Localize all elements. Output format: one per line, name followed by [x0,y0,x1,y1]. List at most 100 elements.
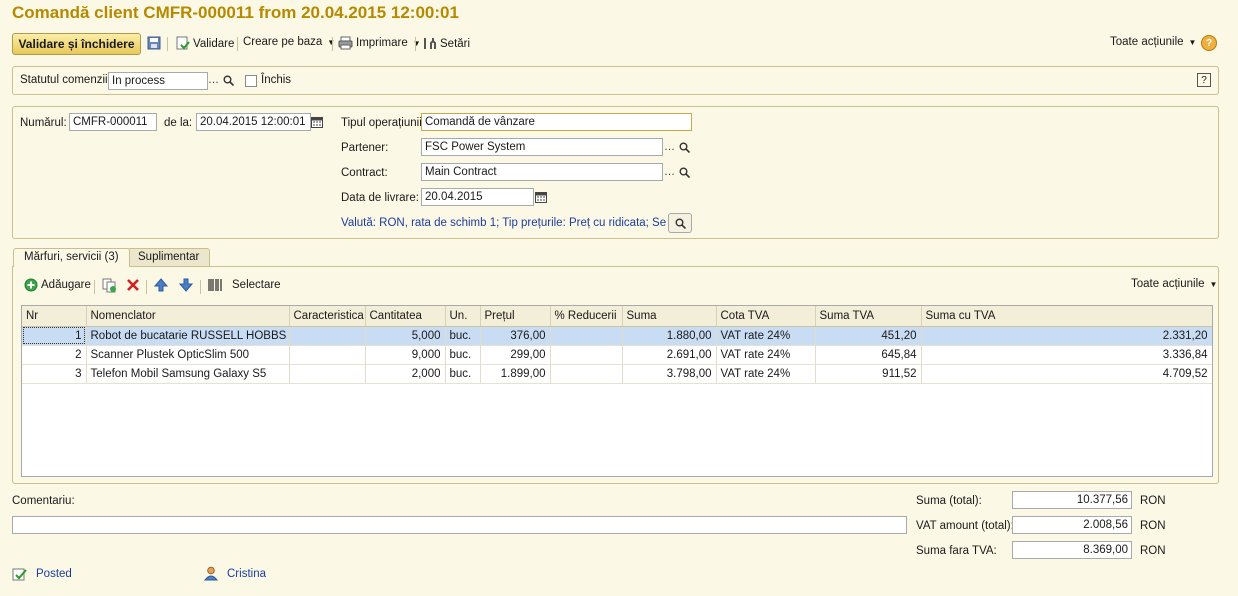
help-button[interactable]: ? [1201,35,1217,51]
table-all-actions-menu[interactable]: Toate acțiunile ▼ [1131,278,1217,290]
cell-discount[interactable] [550,345,623,365]
ellipsis-button[interactable]: … [206,72,221,88]
select-button[interactable]: Selectare [208,278,281,292]
partner-input[interactable]: FSC Power System [421,138,663,156]
posted-status[interactable]: Posted [36,568,72,580]
cell-characteristic[interactable] [289,345,366,365]
currency-search-button[interactable] [668,213,692,233]
cell-total[interactable]: 4.709,52 [921,364,1212,384]
author-link[interactable]: Cristina [227,568,266,580]
column-header[interactable]: Cantitatea [365,306,446,327]
tab-goods-services[interactable]: Mărfuri, servicii (3) [13,248,130,267]
calendar-button[interactable] [533,189,548,205]
settings-button[interactable]: Setări [422,36,470,51]
cell-amount[interactable]: 1.880,00 [622,326,717,346]
cell-price[interactable]: 376,00 [480,326,551,346]
validate-and-close-button[interactable]: Validare și închidere [12,33,141,55]
toolbar-divider [167,37,168,51]
calendar-icon [534,192,547,203]
validate-button[interactable]: Validare [175,36,234,51]
table-row[interactable]: 1 Robot de bucatarie RUSSELL HOBBS 5,000… [22,326,1212,346]
net-total-field: 8.369,00 [1012,541,1132,559]
column-header[interactable]: Nomenclator [86,306,290,327]
status-help-button[interactable]: ? [1197,73,1211,87]
contract-input[interactable]: Main Contract [421,163,663,181]
cell-amount[interactable]: 3.798,00 [622,364,717,384]
table-row[interactable]: 2 Scanner Plustek OpticSlim 500 9,000 bu… [22,345,1212,365]
cell-vat-rate[interactable]: VAT rate 24% [716,345,816,365]
all-actions-menu[interactable]: Toate acțiunile ▼ [1110,36,1196,48]
cell-vat-amount[interactable]: 911,52 [815,364,922,384]
date-input[interactable]: 20.04.2015 12:00:01 [196,113,311,131]
cell-quantity[interactable]: 5,000 [365,326,446,346]
delivery-date-input[interactable]: 20.04.2015 [421,188,534,206]
cell-item[interactable]: Robot de bucatarie RUSSELL HOBBS [86,326,290,346]
calendar-button[interactable] [309,114,324,130]
goods-panel: Adăugare Selectare Toate acțiunile ▼ Nr … [12,266,1219,484]
save-button[interactable] [147,36,161,50]
cell-unit[interactable]: buc. [445,326,481,346]
cell-discount[interactable] [550,364,623,384]
column-header[interactable]: Prețul [480,306,551,327]
table-row[interactable]: 3 Telefon Mobil Samsung Galaxy S5 2,000 … [22,364,1212,384]
cell-discount[interactable] [550,326,623,346]
column-header[interactable]: Suma cu TVA [921,306,1212,327]
cell-vat-rate[interactable]: VAT rate 24% [716,364,816,384]
vat-currency: RON [1140,520,1166,532]
search-button[interactable] [677,164,692,180]
column-header[interactable]: Suma [622,306,717,327]
column-header[interactable]: Un. [445,306,481,327]
cell-quantity[interactable]: 9,000 [365,345,446,365]
column-header[interactable]: % Reducerii [550,306,623,327]
delivery-date-label: Data de livrare: [341,192,419,204]
cell-nr[interactable]: 3 [22,364,87,384]
comment-input[interactable] [12,516,907,534]
toolbar-divider [332,37,333,51]
create-based-menu[interactable]: Creare pe baza▼ [243,36,335,48]
posted-icon [12,568,27,581]
ellipsis-button[interactable]: … [662,139,677,155]
status-input[interactable]: In process [108,72,208,90]
cell-total[interactable]: 3.336,84 [921,345,1212,365]
cell-price[interactable]: 1.899,00 [480,364,551,384]
cell-amount[interactable]: 2.691,00 [622,345,717,365]
cell-nr[interactable]: 1 [22,326,87,346]
cell-total[interactable]: 2.331,20 [921,326,1212,346]
tab-additional[interactable]: Suplimentar [127,248,211,266]
cell-nr[interactable]: 2 [22,345,87,365]
move-down-button[interactable] [179,278,193,292]
print-menu[interactable]: Imprimare ▼ [338,36,421,50]
cell-unit[interactable]: buc. [445,345,481,365]
move-up-button[interactable] [154,278,168,292]
cell-unit[interactable]: buc. [445,364,481,384]
cell-vat-amount[interactable]: 451,20 [815,326,922,346]
cell-vat-rate[interactable]: VAT rate 24% [716,326,816,346]
currency-info-link[interactable]: Valută: RON, rata de schimb 1; Tip prețu… [341,217,681,229]
all-actions-label: Toate acțiunile [1110,36,1184,48]
goods-table[interactable]: Nr Nomenclator Caracteristica Cantitatea… [21,305,1213,477]
posted-icon-wrap [12,567,28,585]
cell-characteristic[interactable] [289,364,366,384]
cell-quantity[interactable]: 2,000 [365,364,446,384]
op-type-label: Tipul operațiunii: [341,117,425,129]
column-header[interactable]: Nr [22,306,87,327]
barcode-icon [208,279,222,291]
cell-price[interactable]: 299,00 [480,345,551,365]
number-input[interactable]: CMFR-000011 [69,113,157,131]
cell-vat-amount[interactable]: 645,84 [815,345,922,365]
search-button[interactable] [677,139,692,155]
ellipsis-button[interactable]: … [662,164,677,180]
column-header[interactable]: Caracteristica [289,306,366,327]
closed-checkbox[interactable] [245,75,257,87]
toolbar-divider [415,37,416,51]
cell-item[interactable]: Scanner Plustek OpticSlim 500 [86,345,290,365]
delete-row-button[interactable] [126,278,140,292]
op-type-input[interactable]: Comandă de vânzare [421,113,692,131]
column-header[interactable]: Cota TVA [716,306,816,327]
search-button[interactable] [221,72,236,88]
add-row-button[interactable]: Adăugare [24,278,91,292]
cell-characteristic[interactable] [289,326,366,346]
copy-row-button[interactable] [102,278,117,293]
column-header[interactable]: Suma TVA [815,306,922,327]
cell-item[interactable]: Telefon Mobil Samsung Galaxy S5 [86,364,290,384]
